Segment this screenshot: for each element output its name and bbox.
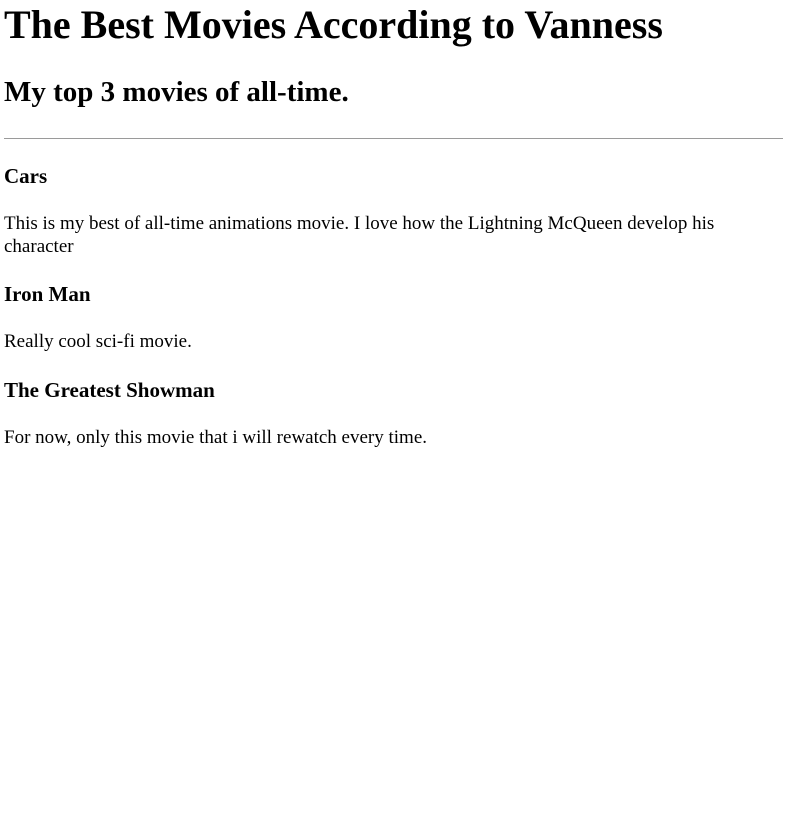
- movie-title: Cars: [4, 164, 48, 188]
- page-title: The Best Movies According to Vanness: [4, 2, 663, 47]
- page-subtitle: My top 3 movies of all-time.: [4, 76, 349, 108]
- movie-title: Iron Man: [4, 282, 91, 306]
- movie-description: Really cool sci-fi movie.: [4, 331, 192, 352]
- movie-title: The Greatest Showman: [4, 378, 215, 402]
- movie-description: This is my best of all-time animations m…: [4, 213, 715, 257]
- movie-description: For now, only this movie that i will rew…: [4, 427, 428, 448]
- movie-item: Iron Man Really cool sci-fi movie.: [4, 258, 783, 353]
- page-content: The Best Movies According to Vanness My …: [0, 0, 787, 449]
- movie-item: Cars This is my best of all-time animati…: [4, 139, 783, 258]
- movie-item: The Greatest Showman For now, only this …: [4, 353, 783, 449]
